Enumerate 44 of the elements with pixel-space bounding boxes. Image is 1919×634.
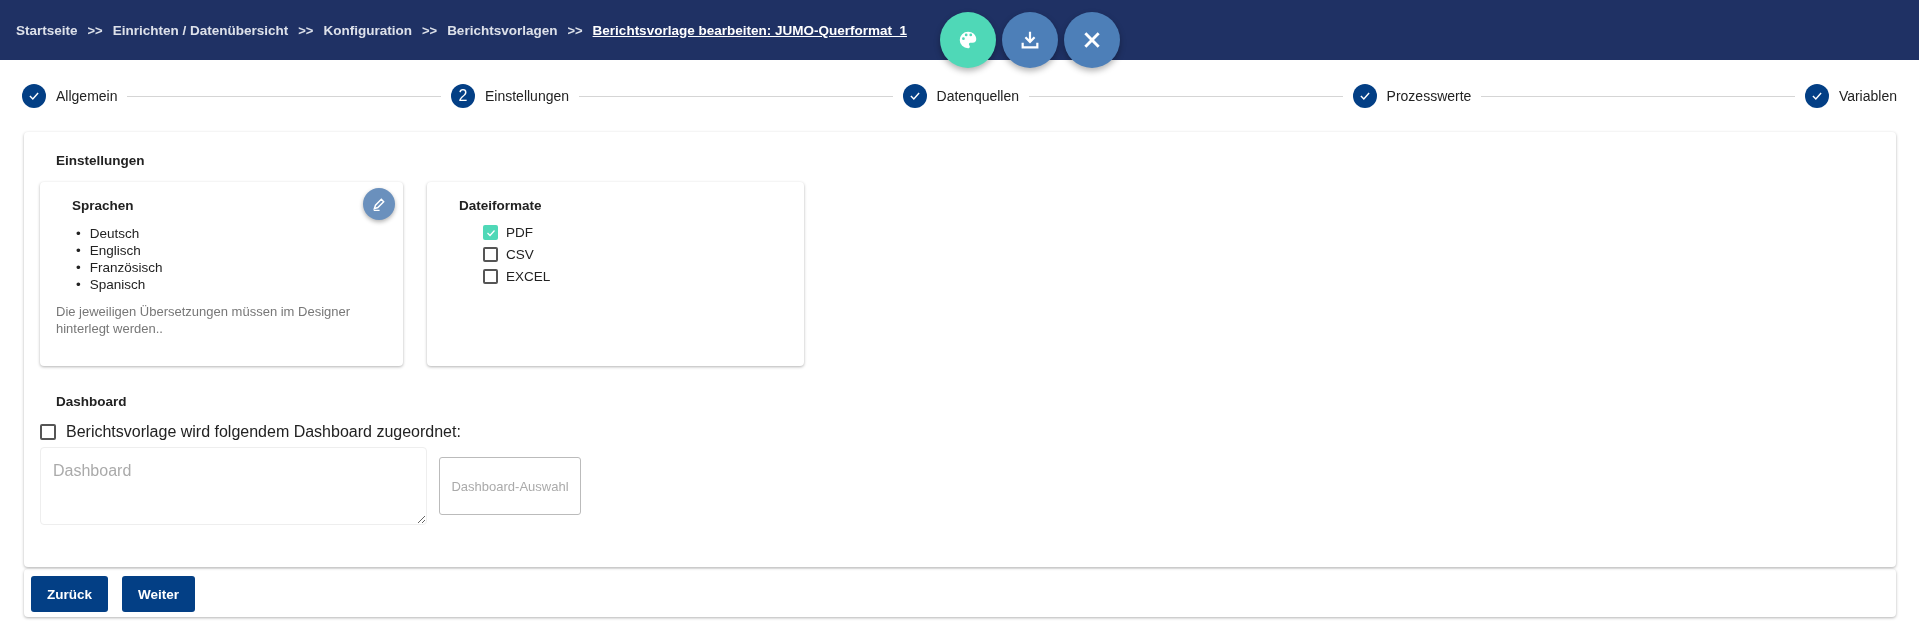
language-item: Englisch <box>89 242 141 259</box>
step-label[interactable]: Datenquellen <box>936 88 1020 104</box>
step-label[interactable]: Prozesswerte <box>1386 88 1472 104</box>
section-title: Einstellungen <box>55 153 146 168</box>
breadcrumb-link[interactable]: Startseite <box>16 22 78 38</box>
language-item: Französisch <box>89 259 163 276</box>
dashboard-field[interactable]: Dashboard <box>40 447 427 525</box>
language-item: Spanisch <box>89 276 146 293</box>
breadcrumb-separator: >> <box>87 22 103 38</box>
bullet: • <box>76 259 81 276</box>
step-label[interactable]: Einstellungen <box>485 88 570 104</box>
checkbox[interactable] <box>483 269 498 284</box>
card-title: Sprachen <box>71 198 134 213</box>
checkbox-label: PDF <box>506 225 533 240</box>
card-title: Dateiformate <box>458 198 542 213</box>
checkbox[interactable] <box>483 225 498 240</box>
language-item: Deutsch <box>89 225 140 242</box>
step-label[interactable]: Allgemein <box>56 88 118 104</box>
checkbox-label: CSV <box>506 247 534 262</box>
breadcrumb-link[interactable]: Konfiguration <box>323 22 412 38</box>
edit-button[interactable] <box>363 188 395 220</box>
breadcrumb-link[interactable]: Berichtsvorlage bearbeiten: JUMO-Querformat_1 <box>592 22 907 38</box>
close-icon <box>1082 30 1102 50</box>
nav-button[interactable]: Zurück <box>31 576 108 612</box>
palette-icon <box>957 29 979 51</box>
bullet: • <box>76 276 81 293</box>
hint-text: Die jeweiligen Übersetzungen müssen im Designer hinterlegt werden.. <box>56 303 352 337</box>
checkbox-label: EXCEL <box>506 269 551 284</box>
section-title: Dashboard <box>55 394 128 409</box>
pencil-icon <box>372 197 386 211</box>
nav-button[interactable]: Weiter <box>122 576 196 612</box>
breadcrumb-separator: >> <box>567 22 583 38</box>
breadcrumb-link[interactable]: Einrichten / Datenübersicht <box>112 22 289 38</box>
breadcrumb-separator: >> <box>298 22 314 38</box>
bullet: • <box>76 225 81 242</box>
step-number: 2 <box>451 84 475 108</box>
bullet: • <box>76 242 81 259</box>
checkbox-label: Berichtsvorlage wird folgendem Dashboard zugeordnet: <box>66 423 461 441</box>
step-label[interactable]: Variablen <box>1838 88 1897 104</box>
checkbox[interactable] <box>40 424 56 440</box>
download-icon <box>1019 29 1041 51</box>
breadcrumb-separator: >> <box>421 22 438 38</box>
checkbox[interactable] <box>483 247 498 262</box>
breadcrumb-link[interactable]: Berichtsvorlagen <box>447 22 558 38</box>
